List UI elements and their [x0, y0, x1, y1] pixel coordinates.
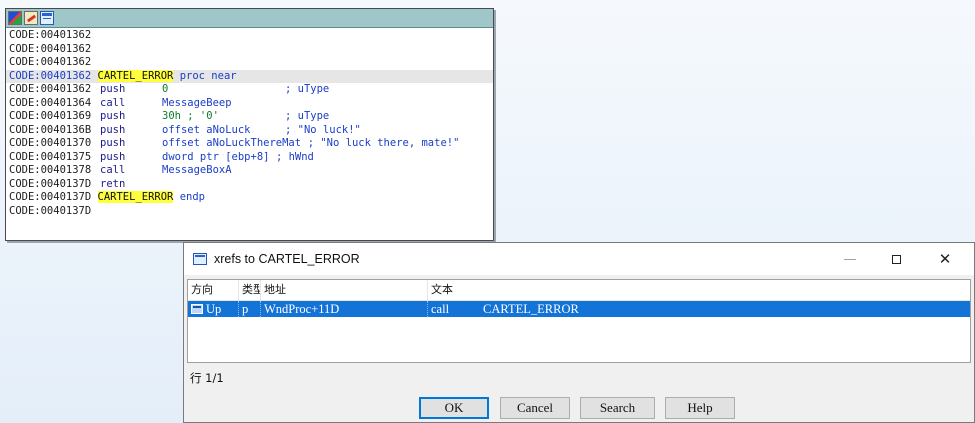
dialog-title: xrefs to CARTEL_ERROR	[214, 252, 360, 266]
disassembly-line[interactable]: CODE:00401370 push offset aNoLuckThereMat;…	[6, 137, 493, 151]
function-label[interactable]: CARTEL_ERROR	[97, 69, 174, 82]
text-mnemonic: call	[431, 302, 450, 316]
disassembly-line[interactable]: CODE:0040137D retn	[6, 178, 493, 192]
disassembly-line[interactable]: CODE:00401364 call MessageBeep	[6, 97, 493, 111]
cell-type: p	[239, 301, 261, 317]
proc-directive: endp	[173, 191, 205, 203]
line-address: CODE:00401369	[9, 110, 92, 122]
disassembly-line[interactable]: CODE:0040136B push offset aNoLuck ; "No luc…	[6, 124, 493, 138]
instruction-mnemonic: retn	[100, 177, 126, 190]
status-line: 行 1/1	[190, 371, 224, 385]
disassembly-line[interactable]: CODE:00401378 call MessageBoxA	[6, 164, 493, 178]
instruction-mnemonic: push	[100, 83, 126, 95]
instruction-mnemonic: push	[100, 110, 126, 122]
column-header-text[interactable]: 文本	[428, 280, 970, 300]
search-button[interactable]: Search	[580, 397, 655, 419]
disassembly-line[interactable]: CODE:0040137D	[6, 205, 493, 219]
instruction-mnemonic: push	[100, 150, 126, 163]
cancel-button[interactable]: Cancel	[500, 397, 570, 419]
line-address: CODE:00401362	[9, 29, 92, 41]
edit-icon[interactable]	[24, 11, 38, 25]
cell-text: call CARTEL_ERROR	[428, 301, 970, 317]
disassembly-line[interactable]: CODE:00401362	[6, 29, 493, 43]
line-address: CODE:0040137D	[9, 191, 92, 203]
disassembly-line[interactable]: CODE:00401369 push 30h ; '0' ; uType	[6, 110, 493, 124]
instruction-comment: ; uType	[285, 83, 330, 95]
proc-directive: proc near	[173, 69, 237, 82]
instruction-operand[interactable]: 30h ; '0'	[162, 110, 219, 124]
cell-direction: Up	[188, 301, 239, 317]
line-address: CODE:00401378	[9, 164, 92, 176]
instruction-comment: ; uType	[285, 110, 330, 122]
line-address: CODE:00401362	[9, 83, 92, 95]
instruction-operand[interactable]: dword ptr [ebp+8]	[162, 151, 269, 165]
line-address: CODE:00401362	[9, 69, 92, 82]
disassembly-line[interactable]: CODE:00401362 CARTEL_ERROR proc near	[6, 69, 493, 83]
disassembly-listing[interactable]: CODE:00401362 CODE:00401362 CODE:00401362 C…	[6, 28, 493, 218]
line-address: CODE:00401362	[9, 56, 92, 68]
ok-button[interactable]: OK	[419, 397, 489, 419]
disassembly-line[interactable]: CODE:0040137D CARTEL_ERROR endp	[6, 191, 493, 205]
window-icon	[193, 253, 207, 265]
xrefs-table: 方向 类型 地址 文本 Up p WndProc+11D call CARTEL_…	[187, 279, 971, 363]
minimize-button[interactable]: —	[827, 243, 873, 275]
instruction-mnemonic: push	[100, 123, 126, 136]
xref-icon	[191, 304, 203, 314]
disassembly-line[interactable]: CODE:00401375 push dword ptr [ebp+8] ; hWnd	[6, 151, 493, 165]
line-address: CODE:0040137D	[9, 177, 92, 190]
instruction-operand[interactable]: MessageBoxA	[162, 164, 232, 178]
dialog-titlebar[interactable]: xrefs to CARTEL_ERROR — ✕	[184, 243, 974, 275]
line-address: CODE:0040136B	[9, 123, 92, 136]
instruction-mnemonic: call	[100, 164, 126, 176]
cell-address: WndProc+11D	[261, 301, 428, 317]
disassembly-line[interactable]: CODE:00401362 push 0 ; uType	[6, 83, 493, 97]
text-target: CARTEL_ERROR	[483, 302, 579, 316]
line-address: CODE:00401362	[9, 42, 92, 55]
instruction-operand[interactable]: offset aNoLuck	[162, 124, 251, 138]
table-row[interactable]: Up p WndProc+11D call CARTEL_ERROR	[188, 301, 970, 317]
line-address: CODE:00401364	[9, 96, 92, 109]
close-button[interactable]: ✕	[922, 243, 968, 275]
line-address: CODE:00401370	[9, 137, 92, 149]
instruction-comment: ; hWnd	[275, 150, 314, 163]
column-header-address[interactable]: 地址	[261, 280, 428, 300]
maximize-button[interactable]	[873, 243, 919, 275]
instruction-comment: ; "No luck there, mate!"	[307, 137, 460, 149]
line-address: CODE:00401375	[9, 150, 92, 163]
disassembly-toolbar	[6, 9, 493, 28]
disassembly-window: CODE:00401362 CODE:00401362 CODE:00401362 C…	[5, 8, 494, 241]
line-address: CODE:0040137D	[9, 204, 92, 217]
instruction-mnemonic: call	[100, 96, 126, 109]
graph-icon[interactable]	[8, 11, 22, 25]
function-label[interactable]: CARTEL_ERROR	[97, 191, 174, 203]
direction-value: Up	[206, 302, 222, 316]
xrefs-dialog: xrefs to CARTEL_ERROR — ✕ 方向 类型 地址 文本 Up…	[183, 242, 975, 423]
disassembly-line[interactable]: CODE:00401362	[6, 56, 493, 70]
instruction-operand[interactable]: 0	[162, 83, 168, 97]
instruction-operand[interactable]: offset aNoLuckThereMat	[162, 137, 301, 151]
instruction-operand[interactable]: MessageBeep	[162, 97, 232, 111]
maximize-icon	[891, 254, 901, 264]
help-button[interactable]: Help	[665, 397, 735, 419]
column-header-direction[interactable]: 方向	[188, 280, 239, 300]
instruction-mnemonic: push	[100, 137, 126, 149]
table-header: 方向 类型 地址 文本	[188, 280, 970, 301]
instruction-comment: ; "No luck!"	[285, 123, 361, 136]
column-header-type[interactable]: 类型	[239, 280, 261, 300]
window-icon[interactable]	[40, 11, 54, 25]
disassembly-line[interactable]: CODE:00401362	[6, 43, 493, 57]
